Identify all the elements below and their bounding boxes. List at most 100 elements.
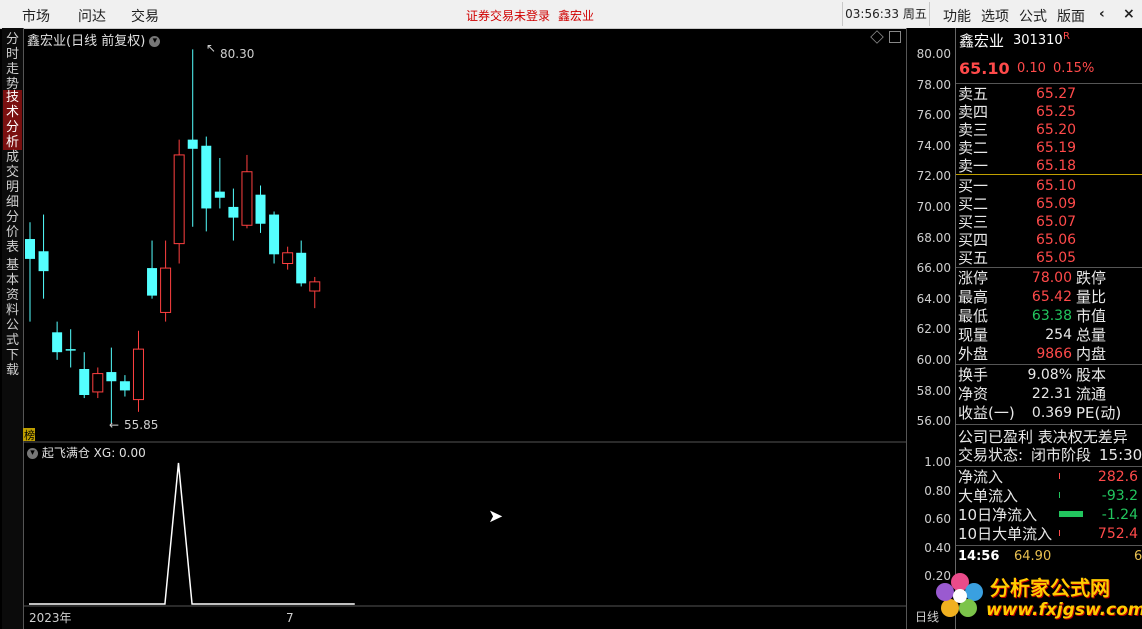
- watermark-url: www.fxjgsw.com: [986, 600, 1142, 620]
- tab-technical-analysis[interactable]: 技术分析: [3, 90, 22, 150]
- tab-price-table[interactable]: 分价表: [3, 210, 22, 255]
- divider: [956, 83, 1142, 84]
- candle-body[interactable]: [65, 349, 76, 351]
- flow-value: 282.6: [1097, 469, 1138, 485]
- price-tick: 74.00: [916, 138, 951, 153]
- chevron-down-icon[interactable]: ▾: [27, 448, 38, 459]
- candle-body[interactable]: [187, 139, 198, 149]
- indicator-tick: 0.40: [924, 540, 951, 555]
- bid-price[interactable]: 65.09: [1036, 195, 1076, 213]
- price-tick: 72.00: [916, 169, 951, 184]
- bid-row[interactable]: 买一 65.10: [956, 177, 1142, 195]
- ask-level-label: 卖一: [958, 157, 989, 175]
- trade-state-value: 闭市阶段: [1031, 446, 1092, 464]
- candle-body[interactable]: [173, 154, 185, 245]
- bid-row[interactable]: 买四 65.06: [956, 231, 1142, 249]
- candle-body[interactable]: [201, 145, 212, 209]
- candle-body[interactable]: [119, 381, 130, 391]
- flow-bar: [1059, 530, 1060, 536]
- candle-body[interactable]: [241, 171, 253, 226]
- indicator-value: XG: 0.00: [93, 446, 146, 460]
- tick-volume: 6: [1134, 549, 1142, 564]
- bid-row[interactable]: 买二 65.09: [956, 195, 1142, 213]
- price-tick: 56.00: [916, 414, 951, 429]
- stat-right-label: 量比: [1076, 288, 1107, 306]
- candle-body[interactable]: [92, 373, 104, 393]
- chart-area[interactable]: 鑫宏业(日线 前复权) ▾ ↖ 80.30 ← 55.85 榜 2023年 7 …: [23, 28, 906, 629]
- flow-row: 净流入 282.6: [956, 468, 1142, 486]
- price-tick: 62.00: [916, 322, 951, 337]
- candle-body[interactable]: [282, 252, 294, 264]
- menu-wenda[interactable]: 问达: [78, 6, 106, 26]
- ask-price[interactable]: 65.27: [1036, 85, 1076, 103]
- candle-body[interactable]: [106, 372, 117, 382]
- top-menu-bar: 市场 问达 交易 证券交易未登录 鑫宏业 03:56:33 周五 功能 选项 公…: [0, 0, 1142, 29]
- stat-value: 22.31: [1031, 386, 1072, 402]
- price-tick: 80.00: [916, 47, 951, 61]
- price-tick: 60.00: [916, 353, 951, 367]
- flow-label: 10日净流入: [958, 506, 1038, 524]
- bid-price[interactable]: 65.10: [1036, 177, 1076, 195]
- ask-level-label: 卖四: [958, 103, 989, 121]
- trade-state-time: 15:30: [1099, 446, 1142, 464]
- ask-row[interactable]: 卖一 65.18: [956, 157, 1142, 175]
- stock-header: 鑫宏业 301310 R: [956, 31, 1142, 50]
- tick-time: 14:56: [958, 549, 1000, 564]
- tab-intraday[interactable]: 分时走势: [3, 32, 22, 92]
- ask-row[interactable]: 卖五 65.27: [956, 85, 1142, 103]
- stock-code: 301310: [1013, 33, 1063, 48]
- candle-body[interactable]: [132, 348, 144, 401]
- price-tick: 66.00: [916, 261, 951, 276]
- tab-trade-details[interactable]: 成交明细: [3, 150, 22, 210]
- candle-body[interactable]: [228, 206, 239, 218]
- ask-row[interactable]: 卖三 65.20: [956, 121, 1142, 139]
- stat-label: 换手: [958, 366, 989, 384]
- bid-row[interactable]: 买五 65.05: [956, 249, 1142, 267]
- menu-formula[interactable]: 公式: [1019, 6, 1047, 26]
- ask-row[interactable]: 卖二 65.19: [956, 139, 1142, 157]
- tab-formula-download[interactable]: 公式下载: [3, 318, 22, 378]
- ask-level-label: 卖二: [958, 139, 989, 157]
- bid-price[interactable]: 65.06: [1036, 231, 1076, 249]
- bid-level-label: 买四: [958, 231, 989, 249]
- ask-price[interactable]: 65.25: [1036, 103, 1076, 121]
- menu-trade[interactable]: 交易: [131, 6, 159, 26]
- candle-body[interactable]: [214, 191, 225, 198]
- menu-market[interactable]: 市场: [22, 6, 50, 26]
- menu-options[interactable]: 选项: [981, 6, 1009, 26]
- indicator-tick: 0.60: [924, 512, 951, 526]
- bid-price[interactable]: 65.05: [1036, 249, 1076, 267]
- bid-price[interactable]: 65.07: [1036, 213, 1076, 231]
- high-price-label: 80.30: [220, 47, 254, 61]
- tab-fundamentals[interactable]: 基本资料: [3, 258, 22, 318]
- stat-value: 65.42: [1031, 289, 1072, 305]
- candle-body[interactable]: [52, 332, 63, 353]
- bid-row[interactable]: 买三 65.07: [956, 213, 1142, 231]
- vertical-tab-bar: 分时走势 技术分析 成交明细 分价表 基本资料 公式下载: [2, 28, 24, 629]
- indicator-title: ▾ 起飞满仓 XG: 0.00: [27, 444, 146, 461]
- clock-time: 03:56:33: [845, 7, 900, 21]
- trade-login-notice[interactable]: 证券交易未登录: [466, 7, 550, 24]
- menu-functions[interactable]: 功能: [943, 6, 971, 26]
- flow-row: 大单流入 -93.2: [956, 487, 1142, 505]
- candle-body[interactable]: [147, 268, 158, 296]
- candle-body[interactable]: [25, 239, 35, 259]
- candle-body[interactable]: [79, 369, 90, 396]
- stat-right-label: 流通: [1076, 385, 1107, 403]
- stat-right-label: 内盘: [1076, 345, 1107, 363]
- candle-body[interactable]: [269, 214, 280, 255]
- stat-label: 现量: [958, 326, 989, 344]
- ask-price[interactable]: 65.20: [1036, 121, 1076, 139]
- candle-body[interactable]: [38, 251, 49, 272]
- ask-price[interactable]: 65.19: [1036, 139, 1076, 157]
- candle-body[interactable]: [309, 281, 321, 292]
- close-icon[interactable]: ×: [1123, 6, 1135, 22]
- candle-body[interactable]: [255, 194, 266, 224]
- stat-right-label: 市值: [1076, 307, 1107, 325]
- ask-price[interactable]: 65.18: [1036, 157, 1076, 175]
- menu-layout[interactable]: 版面: [1057, 6, 1085, 26]
- candle-body[interactable]: [296, 252, 307, 284]
- ask-row[interactable]: 卖四 65.25: [956, 103, 1142, 121]
- candle-body[interactable]: [160, 267, 172, 313]
- chevron-left-icon[interactable]: ‹: [1099, 6, 1105, 22]
